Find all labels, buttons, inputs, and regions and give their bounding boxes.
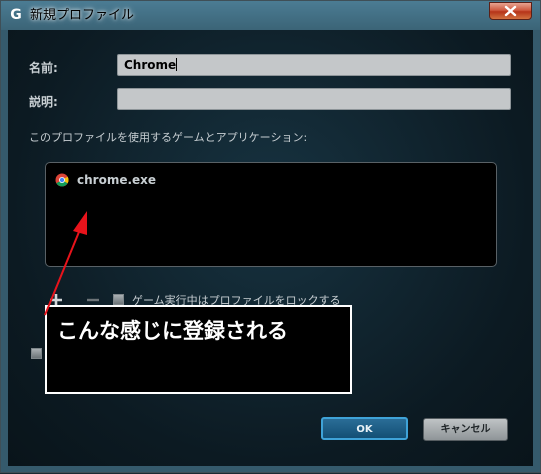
description-label: 説明: bbox=[29, 95, 58, 109]
ok-button[interactable]: OK bbox=[321, 417, 408, 440]
annotation-text: こんな感じに登録される bbox=[57, 319, 288, 343]
close-icon bbox=[504, 5, 517, 17]
close-button[interactable] bbox=[489, 2, 532, 20]
description-input[interactable] bbox=[117, 88, 511, 110]
option-checkbox[interactable] bbox=[31, 348, 42, 359]
dialog-body: 名前: Chrome 説明: このプロファイルを使用するゲームとアプリケーション… bbox=[8, 30, 533, 466]
window-title: 新規プロファイル bbox=[30, 8, 135, 23]
lock-profile-checkbox[interactable] bbox=[113, 294, 124, 305]
name-input[interactable]: Chrome bbox=[117, 54, 511, 76]
chrome-icon bbox=[55, 173, 69, 187]
logitech-g-icon: G bbox=[10, 7, 22, 23]
apps-list[interactable]: chrome.exe bbox=[45, 162, 497, 267]
list-item-label: chrome.exe bbox=[77, 173, 157, 187]
title-bar[interactable]: G 新規プロファイル bbox=[1, 1, 540, 30]
text-caret bbox=[176, 58, 178, 71]
annotation-box: こんな感じに登録される bbox=[45, 305, 352, 394]
cancel-button[interactable]: キャンセル bbox=[423, 418, 508, 441]
apps-heading: このプロファイルを使用するゲームとアプリケーション: bbox=[29, 131, 308, 144]
name-input-value: Chrome bbox=[124, 58, 177, 72]
name-label: 名前: bbox=[29, 61, 58, 75]
dialog-window: G 新規プロファイル 名前: Chrome 説明: このプロファイルを使用するゲ… bbox=[0, 0, 541, 473]
